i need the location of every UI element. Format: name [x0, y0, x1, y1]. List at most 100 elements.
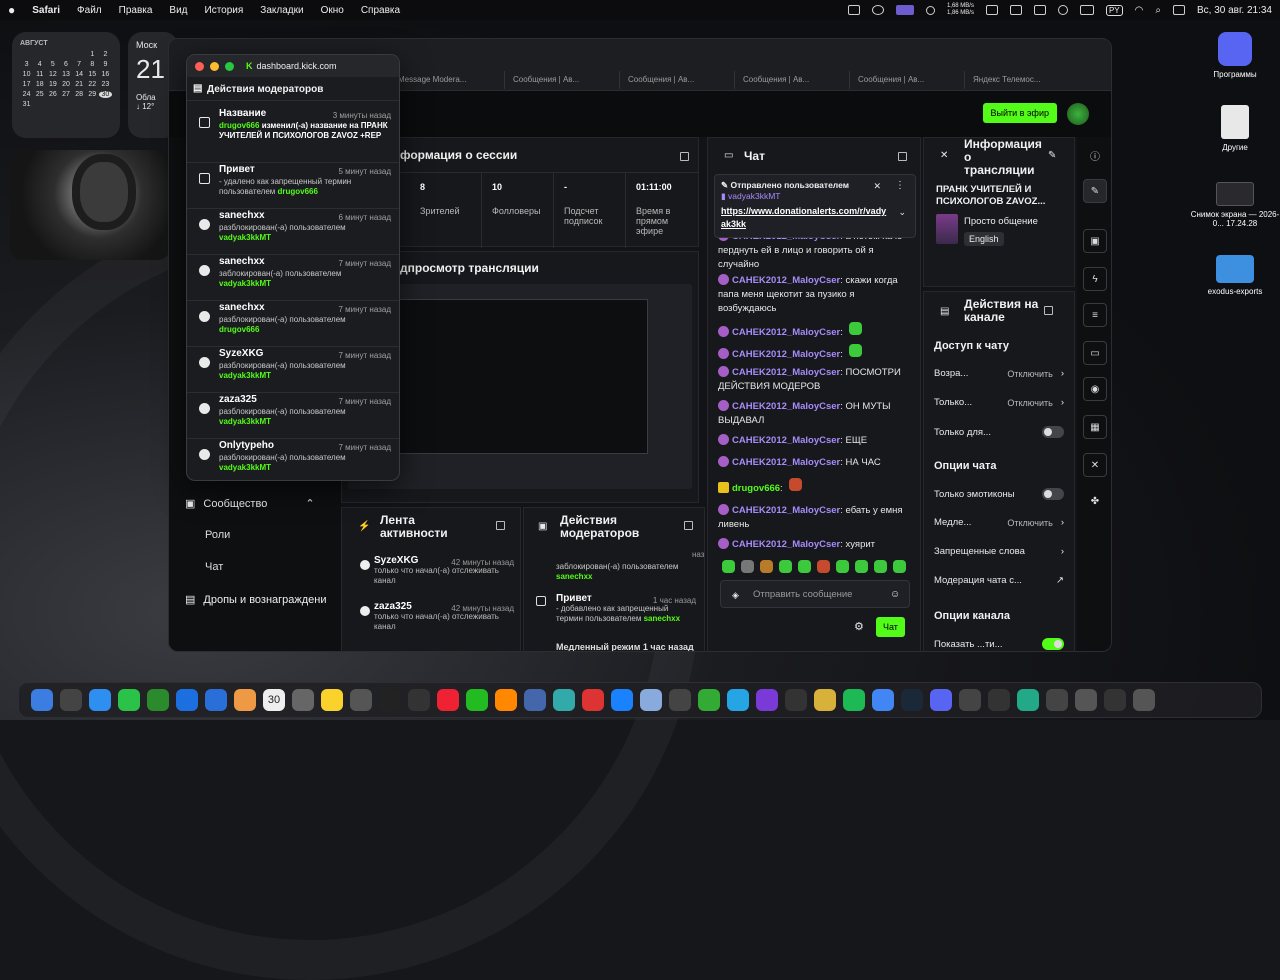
info-icon[interactable]: ⓘ [1083, 143, 1107, 167]
emote-icon[interactable] [836, 560, 849, 573]
appstore-icon[interactable] [176, 689, 198, 711]
setting-row[interactable]: Только... Отключить › [934, 397, 1064, 408]
launchpad-icon[interactable] [60, 689, 82, 711]
menu-help[interactable]: Справка [361, 5, 400, 16]
apple-icon[interactable]: ● [8, 3, 15, 17]
chat-icon[interactable]: ▭ [1083, 341, 1107, 365]
pinned-message[interactable]: ✎ Отправлено пользователем ▮ vadyak3kkMT… [714, 174, 916, 238]
chat-message[interactable]: CAHEK2012_MaloyCser: [718, 322, 908, 340]
sidebar-item-roles[interactable]: Роли [205, 529, 230, 541]
status-icon[interactable] [871, 5, 884, 15]
pinned-link[interactable]: https://www.donationalerts.com/r/vadyak3… [721, 205, 891, 231]
toggle-switch[interactable] [1042, 426, 1064, 438]
photo-widget[interactable] [10, 150, 170, 260]
setting-row[interactable]: Только для... [934, 426, 1064, 438]
numbers-icon[interactable] [466, 689, 488, 711]
app-icon[interactable] [582, 689, 604, 711]
activity-item[interactable]: zaza325 42 минуты назад только что начал… [360, 602, 514, 632]
chat-username[interactable]: CAHEK2012_MaloyCser [732, 401, 840, 412]
emote-icon[interactable] [779, 560, 792, 573]
emote-icon[interactable] [874, 560, 887, 573]
keyboard-layout[interactable]: PY [1105, 4, 1123, 16]
app-icon[interactable] [1017, 689, 1039, 711]
mod-log-item[interactable]: Onlytypeho 7 минут назад разблокирован(-а)… [187, 439, 399, 480]
user-avatar[interactable] [1067, 103, 1089, 125]
setting-row[interactable]: Только эмотиконы [934, 488, 1064, 500]
media-icon[interactable]: ▣ [1083, 229, 1107, 253]
mod-log-item[interactable]: sanechxx 7 минут назад заблокирован(-а) по… [187, 255, 399, 301]
edit-icon[interactable]: ✎ [1083, 179, 1107, 203]
incy-icon[interactable] [988, 689, 1010, 711]
spotify-icon[interactable] [843, 689, 865, 711]
mod-log-item[interactable]: Название 3 минуты назад drugov666 изменил(… [187, 107, 399, 163]
chat-username[interactable]: drugov666 [732, 483, 780, 494]
xcode-icon[interactable] [611, 689, 633, 711]
status-icon[interactable] [985, 5, 998, 15]
expand-icon[interactable] [680, 152, 689, 161]
sidebar-item-drops[interactable]: ▤ Дропы и вознаграждени [185, 593, 327, 607]
desktop-item-exodus[interactable]: exodus-exports [1190, 255, 1280, 296]
setting-row[interactable]: Медле... Отключить › [934, 517, 1064, 528]
browser-tab[interactable]: Сообщения | Ав... [619, 71, 734, 89]
reminders-icon[interactable] [350, 689, 372, 711]
setting-row[interactable]: Возра... Отключить › [934, 368, 1064, 379]
screen-mirror-icon[interactable] [895, 5, 914, 15]
app-icon[interactable] [756, 689, 778, 711]
control-center-icon[interactable] [1172, 5, 1185, 15]
chat-username[interactable]: CAHEK2012_MaloyCser [732, 435, 840, 446]
maximize-icon[interactable] [225, 61, 234, 71]
chat-username[interactable]: CAHEK2012_MaloyCser [732, 539, 840, 550]
emote-icon[interactable] [722, 560, 735, 573]
close-icon[interactable] [195, 61, 204, 71]
chat-message[interactable]: CAHEK2012_MaloyCser: скажи когда папа ме… [718, 274, 908, 316]
mod-log-user[interactable]: vadyak3kkMT [219, 371, 271, 380]
chat-message[interactable]: CAHEK2012_MaloyCser: НА ЧАС [718, 456, 908, 470]
menu-app-name[interactable]: Safari [32, 5, 60, 16]
music-icon[interactable] [408, 689, 430, 711]
mod-log-user[interactable]: vadyak3kkMT [219, 279, 271, 288]
emote-icon[interactable] [760, 560, 773, 573]
browser-tab[interactable]: Яндекс Телемос... [964, 71, 1064, 89]
steam-icon[interactable] [901, 689, 923, 711]
lightning-icon[interactable]: ϟ [1083, 267, 1107, 291]
desktop-item-others[interactable]: Другие [1190, 105, 1280, 152]
app-icon[interactable] [785, 689, 807, 711]
status-icon[interactable] [1009, 5, 1022, 15]
settings-icon[interactable] [669, 689, 691, 711]
mod-log-user[interactable]: vadyak3kkMT [219, 417, 271, 426]
emote-icon[interactable] [855, 560, 868, 573]
sidebar-item-chat[interactable]: Чат [205, 561, 223, 573]
preview-icon[interactable] [640, 689, 662, 711]
chat-message[interactable]: drugov666: [718, 478, 908, 496]
wrench-icon[interactable]: ✕ [1083, 453, 1107, 477]
tv-icon[interactable] [379, 689, 401, 711]
app-icon[interactable] [959, 689, 981, 711]
go-live-button[interactable]: Выйти в эфир [982, 103, 1057, 123]
calendar-widget[interactable]: АВГУСТ 1 2 3 4 5 6 7 8 9 10 11 12 13 14 15 16 17 18 19 20 21… [12, 32, 120, 138]
mod-log-user[interactable]: drugov666 [278, 187, 318, 196]
emote-icon[interactable] [741, 560, 754, 573]
app-icon[interactable] [1046, 689, 1068, 711]
browser-tab[interactable]: Message Modera... [389, 71, 504, 89]
setting-row[interactable]: Показать ...ти... [934, 638, 1064, 650]
desktop-item-screenshot[interactable]: Снимок экрана — 2026-0... 17.24.28 [1190, 182, 1280, 228]
photos-icon[interactable] [234, 689, 256, 711]
telegram-icon[interactable] [727, 689, 749, 711]
chat-message[interactable]: CAHEK2012_MaloyCser: ЕЩЕ [718, 434, 908, 448]
chat-username[interactable]: CAHEK2012_MaloyCser [732, 367, 840, 378]
chat-message[interactable]: CAHEK2012_MaloyCser: ПОСМОТРИ ДЕЙСТВИЯ М… [718, 366, 908, 394]
app-icon[interactable] [1104, 689, 1126, 711]
mod-log-item[interactable]: zaza325 7 минут назад разблокирован(-а) по… [187, 393, 399, 439]
contacts-icon[interactable] [292, 689, 314, 711]
wifi-icon[interactable]: ◠ [1135, 5, 1144, 16]
messages-icon[interactable] [118, 689, 140, 711]
unpin-icon[interactable]: ✕ [873, 181, 881, 192]
expand-icon[interactable] [1044, 306, 1053, 315]
mod-log-item[interactable]: SyzeXKG 7 минут назад разблокирован(-а) по… [187, 347, 399, 393]
expand-icon[interactable] [898, 152, 907, 161]
facetime-icon[interactable] [147, 689, 169, 711]
trash-icon[interactable] [1133, 689, 1155, 711]
pages-icon[interactable] [495, 689, 517, 711]
chevron-down-icon[interactable]: ⌄ [898, 207, 906, 218]
mod-log-user[interactable]: vadyak3kkMT [219, 463, 271, 472]
